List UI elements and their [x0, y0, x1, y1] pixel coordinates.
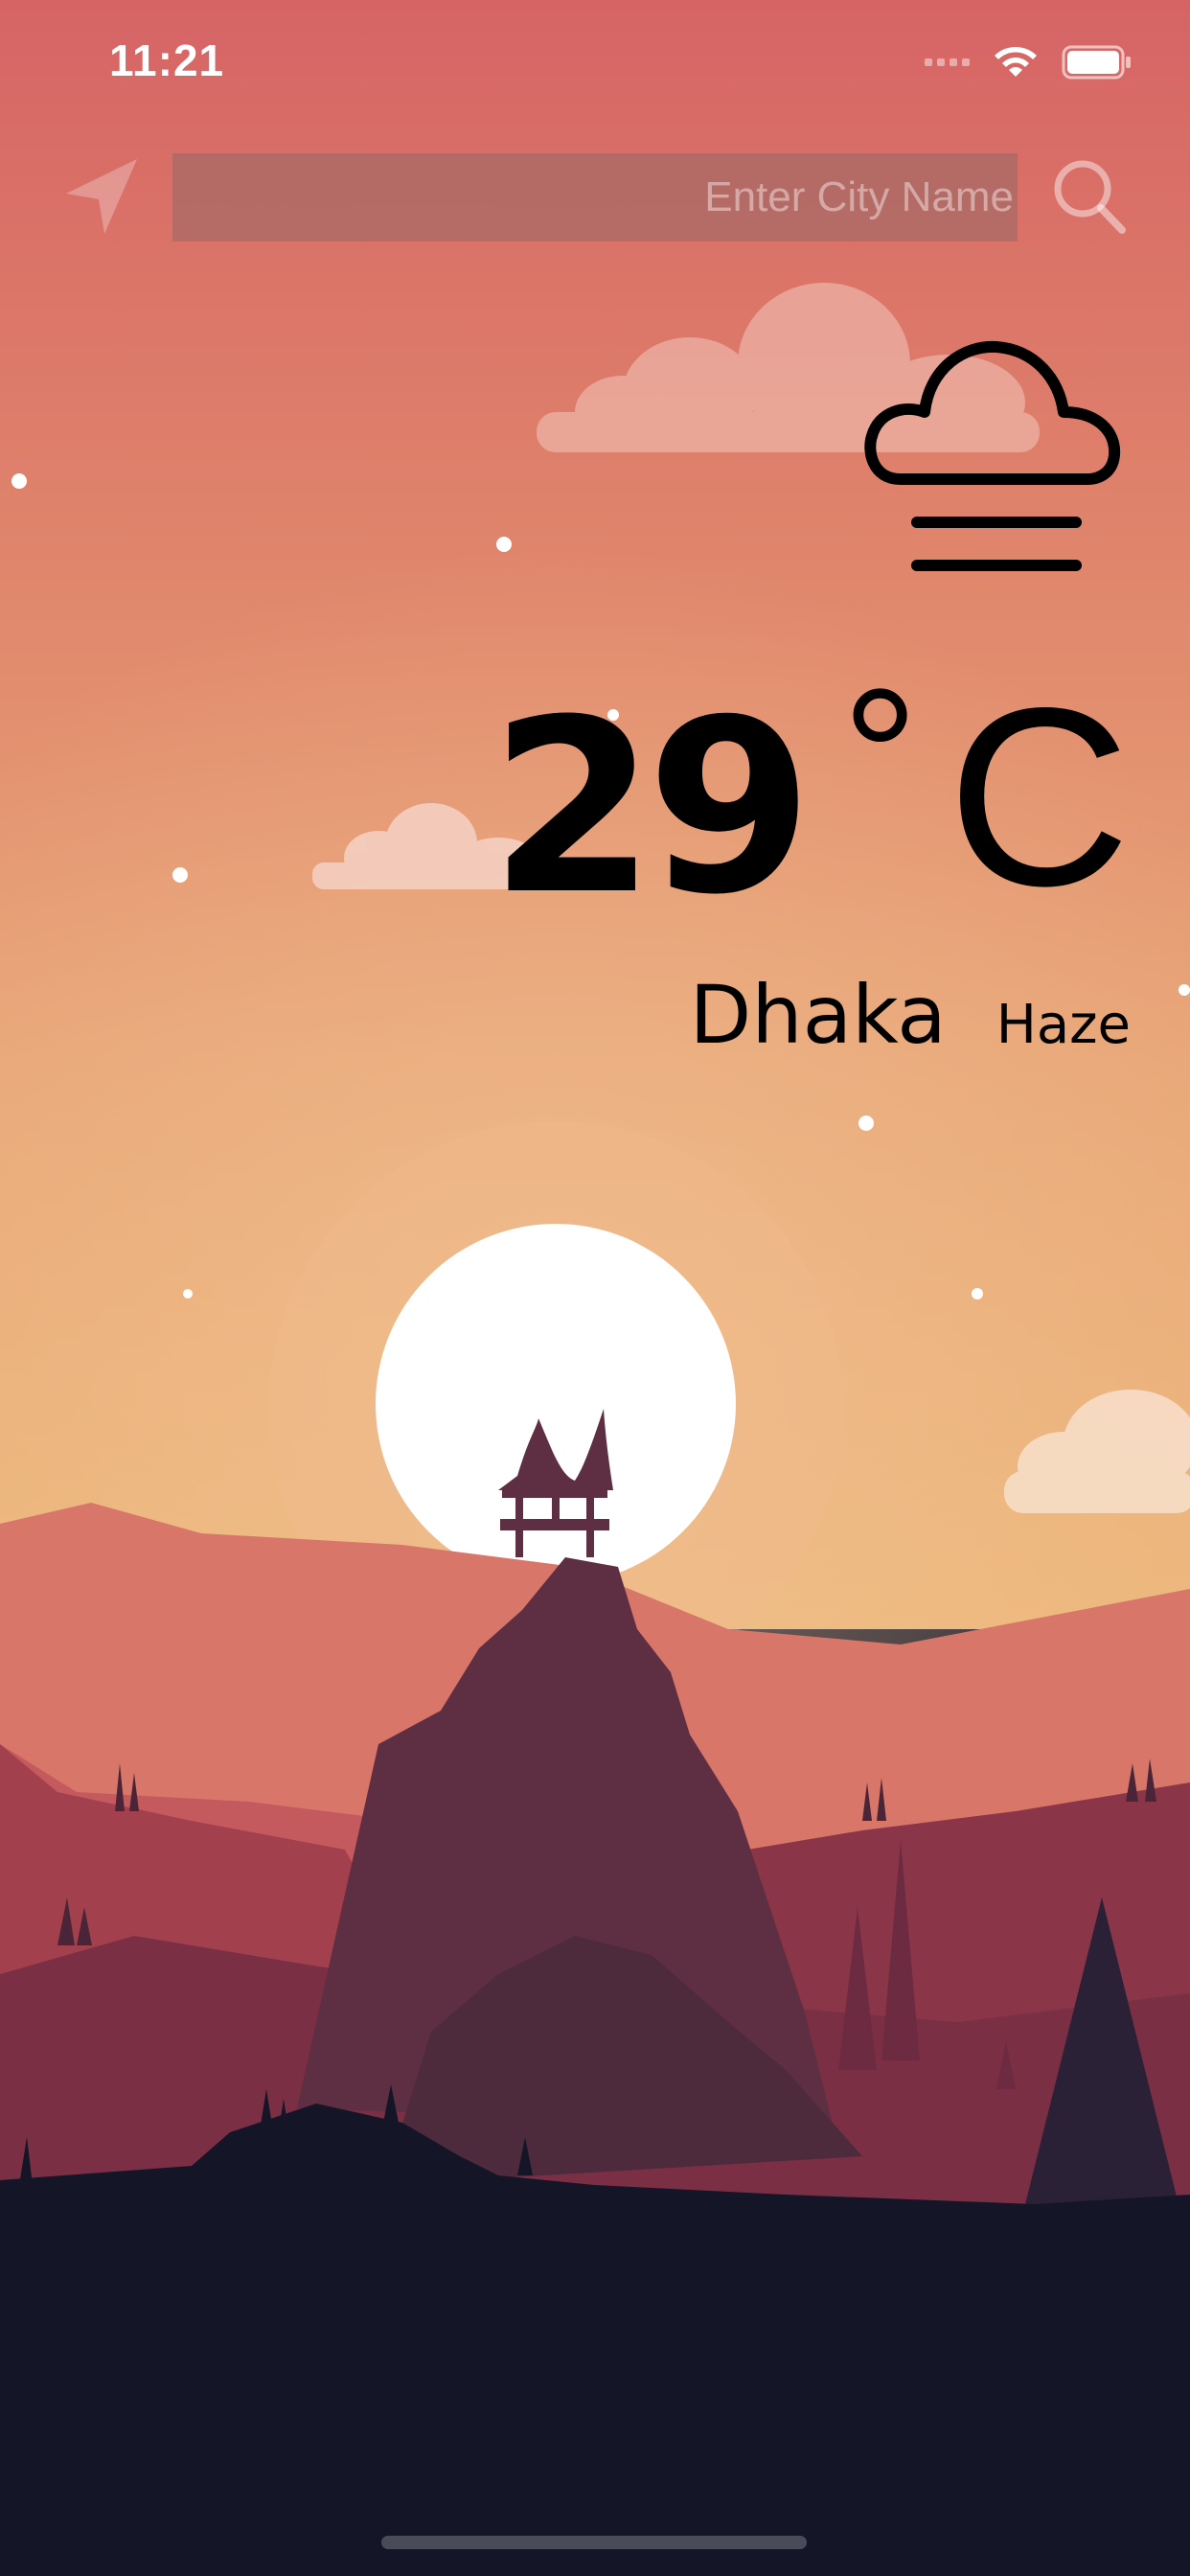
status-icons	[925, 44, 1133, 80]
haze-cloud-icon	[864, 340, 1121, 571]
city-search-input[interactable]	[172, 153, 1018, 242]
wifi-icon	[995, 47, 1037, 77]
search-button[interactable]	[1046, 153, 1133, 240]
temperature-value: 29	[489, 668, 813, 947]
city-name: Dhaka	[689, 968, 947, 1062]
temperature-display: 29 ° C	[490, 661, 1131, 928]
search-icon	[1054, 160, 1126, 234]
status-time: 11:21	[109, 35, 225, 85]
location-row: Dhaka Haze	[690, 968, 1131, 1062]
weather-condition: Haze	[995, 994, 1131, 1056]
degree-symbol: °	[841, 650, 919, 863]
current-location-button[interactable]	[57, 153, 144, 240]
unit-letter: C	[947, 656, 1131, 939]
battery-icon	[1062, 45, 1131, 80]
home-indicator[interactable]	[381, 2536, 807, 2549]
temperature-unit: ° C	[842, 661, 1131, 925]
cellular-signal-icon	[925, 58, 970, 66]
location-arrow-icon	[66, 159, 137, 234]
